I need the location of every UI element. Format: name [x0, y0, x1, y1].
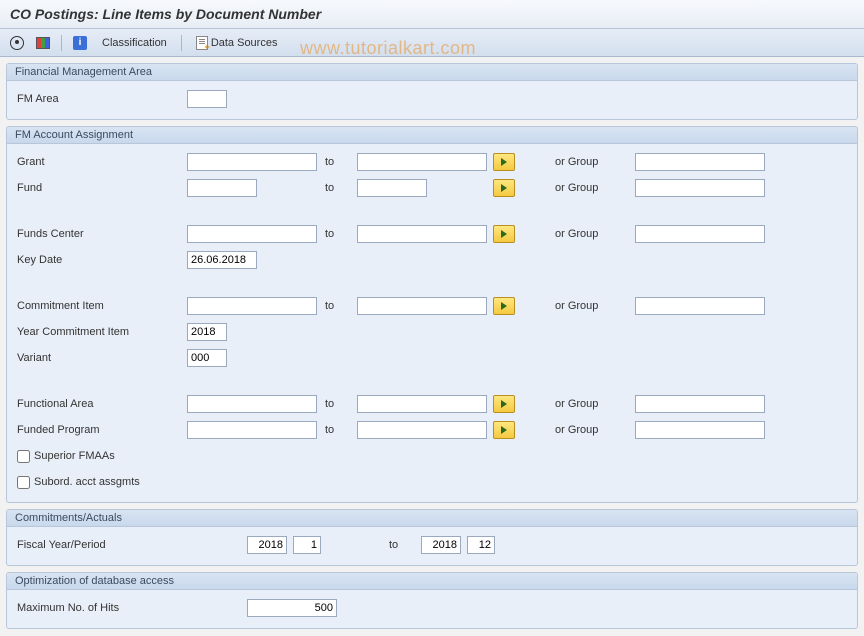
grant-group-input[interactable] [635, 153, 765, 171]
to-label: to [317, 156, 357, 168]
commitment-item-from-input[interactable] [187, 297, 317, 315]
subord-acct-label: Subord. acct assgmts [34, 476, 140, 488]
commitment-item-to-input[interactable] [357, 297, 487, 315]
fund-multiselect-button[interactable] [493, 179, 515, 197]
arrow-right-icon [501, 426, 507, 434]
funds-center-from-input[interactable] [187, 225, 317, 243]
functional-area-multiselect-button[interactable] [493, 395, 515, 413]
fund-label: Fund [17, 182, 187, 194]
variant-label: Variant [17, 352, 187, 364]
fm-area-input[interactable] [187, 90, 227, 108]
funded-program-label: Funded Program [17, 424, 187, 436]
arrow-right-icon [501, 400, 507, 408]
group-fmaa: FM Account Assignment Grant to or Group … [6, 126, 858, 503]
funds-center-label: Funds Center [17, 228, 187, 240]
fund-from-input[interactable] [187, 179, 257, 197]
to-label: to [317, 182, 357, 194]
superior-fmaas-checkbox[interactable] [17, 450, 30, 463]
key-date-input[interactable] [187, 251, 257, 269]
superior-fmaas-label: Superior FMAAs [34, 450, 115, 462]
info-icon: i [73, 36, 87, 50]
fund-to-input[interactable] [357, 179, 427, 197]
document-icon [196, 36, 208, 50]
execute-button[interactable] [6, 33, 28, 53]
funded-program-from-input[interactable] [187, 421, 317, 439]
commitment-item-label: Commitment Item [17, 300, 187, 312]
year-ci-label: Year Commitment Item [17, 326, 187, 338]
or-group-label: or Group [555, 398, 635, 410]
grant-multiselect-button[interactable] [493, 153, 515, 171]
or-group-label: or Group [555, 228, 635, 240]
to-label: to [317, 398, 357, 410]
commitment-item-group-input[interactable] [635, 297, 765, 315]
fy-from-period-input[interactable] [293, 536, 321, 554]
or-group-label: or Group [555, 156, 635, 168]
arrow-right-icon [501, 184, 507, 192]
title-bar: CO Postings: Line Items by Document Numb… [0, 0, 864, 29]
funded-program-multiselect-button[interactable] [493, 421, 515, 439]
or-group-label: or Group [555, 424, 635, 436]
classification-button[interactable]: Classification [95, 34, 174, 52]
grant-from-input[interactable] [187, 153, 317, 171]
classification-label: Classification [102, 37, 167, 49]
arrow-right-icon [501, 302, 507, 310]
to-label: to [317, 300, 357, 312]
fm-area-label: FM Area [17, 93, 187, 105]
to-label: to [317, 228, 357, 240]
toolbar-separator [181, 35, 182, 51]
toolbar-separator [61, 35, 62, 51]
toolbar: i Classification Data Sources [0, 29, 864, 57]
group-header-opt: Optimization of database access [7, 573, 857, 590]
data-sources-button[interactable]: Data Sources [189, 33, 285, 53]
funds-center-to-input[interactable] [357, 225, 487, 243]
variants-button[interactable] [32, 33, 54, 53]
functional-area-to-input[interactable] [357, 395, 487, 413]
info-button[interactable]: i [69, 33, 91, 53]
or-group-label: or Group [555, 182, 635, 194]
group-fma: Financial Management Area FM Area [6, 63, 858, 120]
fiscal-year-period-label: Fiscal Year/Period [17, 539, 247, 551]
grant-label: Grant [17, 156, 187, 168]
functional-area-from-input[interactable] [187, 395, 317, 413]
group-header-ca: Commitments/Actuals [7, 510, 857, 527]
variant-input[interactable] [187, 349, 227, 367]
max-hits-input[interactable] [247, 599, 337, 617]
to-label: to [317, 424, 357, 436]
funded-program-to-input[interactable] [357, 421, 487, 439]
page-title: CO Postings: Line Items by Document Numb… [10, 6, 854, 22]
fy-from-year-input[interactable] [247, 536, 287, 554]
execute-icon [10, 36, 24, 50]
group-header-fmaa: FM Account Assignment [7, 127, 857, 144]
year-ci-input[interactable] [187, 323, 227, 341]
funds-center-group-input[interactable] [635, 225, 765, 243]
data-sources-label: Data Sources [211, 37, 278, 49]
max-hits-label: Maximum No. of Hits [17, 602, 247, 614]
subord-acct-checkbox[interactable] [17, 476, 30, 489]
to-label: to [381, 539, 421, 551]
group-ca: Commitments/Actuals Fiscal Year/Period t… [6, 509, 858, 566]
funds-center-multiselect-button[interactable] [493, 225, 515, 243]
functional-area-label: Functional Area [17, 398, 187, 410]
fy-to-year-input[interactable] [421, 536, 461, 554]
group-header-fma: Financial Management Area [7, 64, 857, 81]
fund-group-input[interactable] [635, 179, 765, 197]
commitment-item-multiselect-button[interactable] [493, 297, 515, 315]
group-opt: Optimization of database access Maximum … [6, 572, 858, 629]
or-group-label: or Group [555, 300, 635, 312]
functional-area-group-input[interactable] [635, 395, 765, 413]
variants-icon [36, 37, 50, 49]
grant-to-input[interactable] [357, 153, 487, 171]
arrow-right-icon [501, 230, 507, 238]
content: Financial Management Area FM Area FM Acc… [0, 57, 864, 635]
funded-program-group-input[interactable] [635, 421, 765, 439]
arrow-right-icon [501, 158, 507, 166]
key-date-label: Key Date [17, 254, 187, 266]
fy-to-period-input[interactable] [467, 536, 495, 554]
